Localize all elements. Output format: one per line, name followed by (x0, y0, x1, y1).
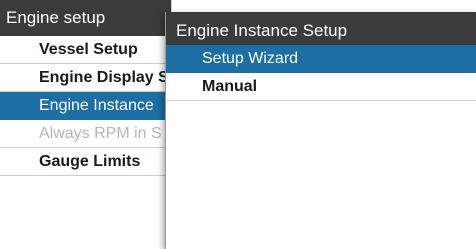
engine-instance-setup-title: Engine Instance Setup (166, 12, 476, 45)
screen: Engine setup Vessel Setup Engine Display… (0, 0, 476, 249)
menu-item-manual[interactable]: Manual (166, 73, 476, 101)
menu-item-setup-wizard[interactable]: Setup Wizard (166, 45, 476, 73)
menu-item-vessel-setup[interactable]: Vessel Setup (0, 36, 171, 64)
menu-item-gauge-limits[interactable]: Gauge Limits (0, 148, 171, 176)
menu-item-engine-display-settings[interactable]: Engine Display Se (0, 64, 171, 92)
menu-item-always-rpm: Always RPM in S (0, 120, 171, 148)
engine-setup-menu: Engine setup Vessel Setup Engine Display… (0, 0, 172, 249)
menu-item-engine-instance[interactable]: Engine Instance (0, 92, 171, 120)
engine-setup-title: Engine setup (0, 0, 171, 36)
engine-instance-setup-dialog: Engine Instance Setup Setup Wizard Manua… (165, 12, 476, 249)
